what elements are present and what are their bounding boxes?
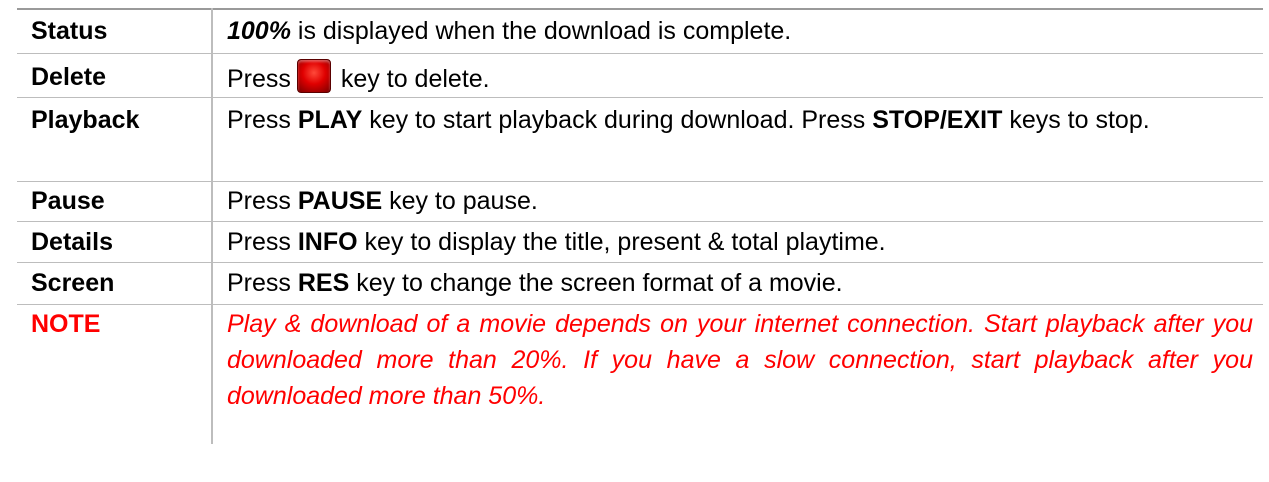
table-row-delete: Delete Press key to delete.	[17, 53, 1263, 97]
key-name: PAUSE	[297, 187, 383, 215]
description-text: Press	[227, 187, 298, 215]
label-pause: Pause	[31, 187, 105, 215]
description-text: key to start playback during download. P…	[362, 106, 873, 134]
table-row-pause: Pause Press PAUSE key to pause.	[17, 181, 1263, 221]
column-divider	[212, 53, 218, 97]
key-name: INFO	[297, 228, 358, 256]
label-delete: Delete	[31, 63, 107, 91]
row-label: Delete	[17, 53, 212, 97]
description-text: is displayed when the download is comple…	[290, 17, 792, 45]
column-divider	[212, 262, 218, 304]
label-screen: Screen	[31, 269, 115, 297]
description-text: key to pause.	[382, 187, 538, 215]
row-description: Press key to delete.	[218, 53, 1263, 97]
description-text: key to delete.	[340, 65, 490, 93]
row-label: Playback	[17, 97, 212, 181]
column-divider	[212, 8, 218, 53]
row-label: Screen	[17, 262, 212, 304]
instructions-table: Status 100% is displayed when the downlo…	[17, 8, 1263, 444]
table-row-details: Details Press INFO key to display the ti…	[17, 221, 1263, 262]
row-description: Press PAUSE key to pause.	[218, 181, 1263, 221]
row-description: Press INFO key to display the title, pre…	[218, 221, 1263, 262]
table-row-note: NOTE Play & download of a movie depends …	[17, 304, 1263, 444]
key-name: STOP/EXIT	[872, 106, 1003, 134]
table-row-playback: Playback Press PLAY key to start playbac…	[17, 97, 1263, 181]
row-description: Press RES key to change the screen forma…	[218, 262, 1263, 304]
table-row-status: Status 100% is displayed when the downlo…	[17, 8, 1263, 53]
table-row-screen: Screen Press RES key to change the scree…	[17, 262, 1263, 304]
row-label: NOTE	[17, 304, 212, 444]
description-text: Press	[227, 106, 298, 134]
key-name: PLAY	[297, 106, 363, 134]
description-text: Press	[227, 228, 298, 256]
label-note: NOTE	[31, 310, 101, 338]
label-details: Details	[31, 228, 113, 256]
column-divider	[212, 97, 218, 181]
description-text: Press	[227, 65, 291, 93]
row-description: 100% is displayed when the download is c…	[218, 8, 1263, 53]
row-description: Press PLAY key to start playback during …	[218, 97, 1263, 181]
column-divider	[212, 181, 218, 221]
column-divider	[212, 221, 218, 262]
label-playback: Playback	[31, 106, 140, 134]
description-text: keys to stop.	[1002, 106, 1150, 134]
description-text: Press	[227, 269, 298, 297]
label-status: Status	[31, 17, 108, 45]
note-text: Play & download of a movie depends on yo…	[227, 310, 1253, 410]
column-divider	[212, 304, 218, 444]
row-label: Status	[17, 8, 212, 53]
key-name: RES	[297, 269, 350, 297]
description-text: key to display the title, present & tota…	[357, 228, 886, 256]
red-stop-key-icon	[296, 59, 331, 93]
emphasis-text: 100%	[227, 17, 291, 45]
row-label: Pause	[17, 181, 212, 221]
row-label: Details	[17, 221, 212, 262]
description-text: key to change the screen format of a mov…	[349, 269, 843, 297]
